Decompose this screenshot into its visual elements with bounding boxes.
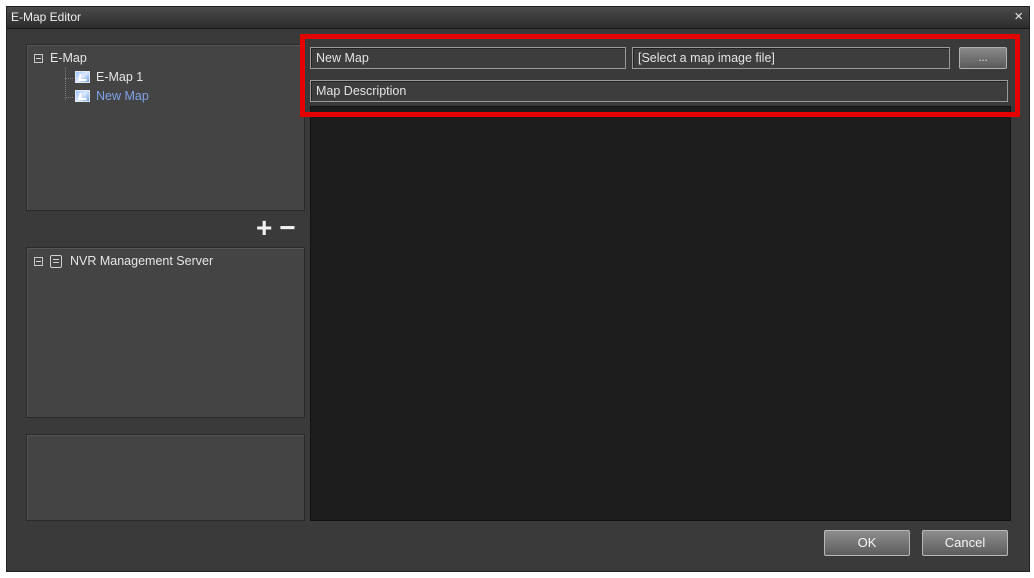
tree-root-nvr-server[interactable]: NVR Management Server xyxy=(34,254,213,268)
tree-item-label: New Map xyxy=(96,89,149,103)
tree-root-emap[interactable]: E-Map xyxy=(34,51,87,65)
server-tree-label: NVR Management Server xyxy=(70,254,214,268)
info-panel xyxy=(26,434,305,521)
server-icon xyxy=(50,254,62,268)
map-name-field[interactable]: New Map xyxy=(310,47,626,69)
tree-item-new-map[interactable]: New Map xyxy=(75,89,149,103)
tree-connector xyxy=(65,67,66,100)
tree-root-label: E-Map xyxy=(50,51,87,65)
title-bar: E-Map Editor × xyxy=(7,7,1029,29)
map-icon xyxy=(75,90,90,102)
ok-button[interactable]: OK xyxy=(824,530,910,556)
close-icon[interactable]: × xyxy=(1014,8,1023,26)
browse-button[interactable]: ... xyxy=(959,47,1007,69)
tree-connector xyxy=(65,97,73,98)
emap-editor-window: E-Map Editor × E-Map E-Map 1 New Map + −… xyxy=(6,6,1030,572)
tree-connector xyxy=(65,78,73,79)
add-map-button[interactable]: + xyxy=(256,214,272,242)
map-canvas[interactable] xyxy=(310,106,1011,521)
tree-controls: + − xyxy=(256,214,296,242)
map-icon xyxy=(75,71,90,83)
map-image-file-field[interactable]: [Select a map image file] xyxy=(632,47,950,69)
tree-item-label: E-Map 1 xyxy=(96,70,144,84)
cancel-button[interactable]: Cancel xyxy=(922,530,1008,556)
server-tree-panel: NVR Management Server xyxy=(26,247,305,418)
map-description-field[interactable]: Map Description xyxy=(310,80,1008,102)
tree-item-emap-1[interactable]: E-Map 1 xyxy=(75,70,143,84)
collapse-icon[interactable] xyxy=(34,256,43,266)
collapse-icon[interactable] xyxy=(34,53,43,63)
map-tree-panel: E-Map E-Map 1 New Map xyxy=(26,44,305,211)
window-title: E-Map Editor xyxy=(11,10,82,24)
remove-map-button[interactable]: − xyxy=(279,214,295,242)
